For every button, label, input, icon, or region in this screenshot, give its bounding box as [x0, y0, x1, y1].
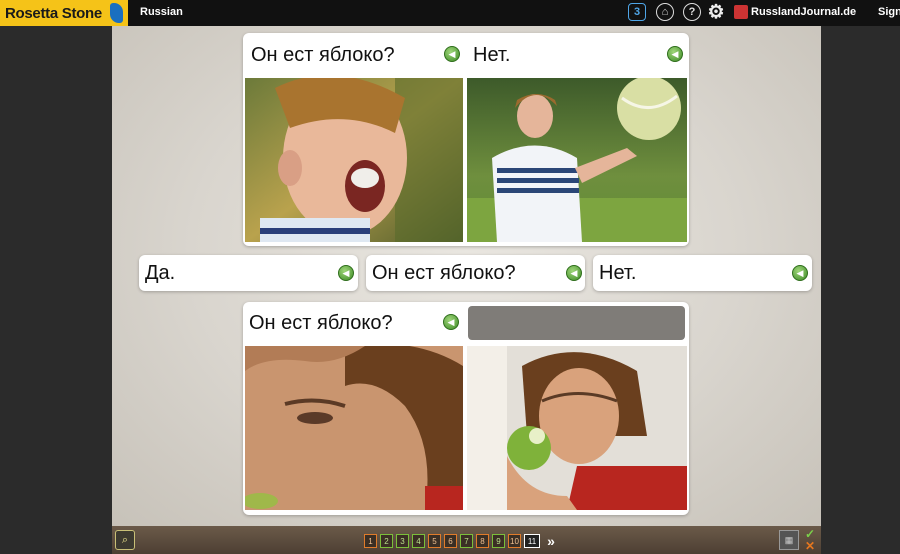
- top-image-card: Он ест яблоко? ◀ Нет. ◀: [243, 33, 689, 246]
- rosetta-stone-logo: Rosetta Stone: [0, 0, 128, 26]
- page-button-4[interactable]: 4: [412, 534, 425, 548]
- page-button-6[interactable]: 6: [444, 534, 457, 548]
- top-right-phrase: Нет.: [473, 44, 511, 66]
- top-left-phrase: Он ест яблоко?: [251, 44, 395, 66]
- choice-label: Он ест яблоко?: [372, 262, 516, 284]
- speaker-icon[interactable]: ◀: [792, 265, 808, 281]
- gear-icon[interactable]: ⚙: [707, 2, 725, 23]
- page-button-5[interactable]: 5: [428, 534, 441, 548]
- screen-pager: 1 2 3 4 5 6 7 8 9 10 11 »: [364, 533, 559, 549]
- speaker-icon[interactable]: ◀: [338, 265, 354, 281]
- page-button-9[interactable]: 9: [492, 534, 505, 548]
- brand-name: Rosetta Stone: [5, 4, 102, 22]
- photo-man-biting-closeup[interactable]: [245, 346, 463, 510]
- top-bar: Rosetta Stone Russian 3 ⌂ ? ⚙ RusslandJo…: [0, 0, 900, 26]
- brand-mark-icon: [110, 3, 123, 23]
- page-button-10[interactable]: 10: [508, 534, 521, 548]
- site-link[interactable]: RusslandJournal.de: [751, 6, 856, 18]
- choice-label: Да.: [145, 262, 176, 284]
- home-icon[interactable]: ⌂: [656, 3, 674, 21]
- speaker-icon[interactable]: ◀: [667, 46, 683, 62]
- lesson-stage: Он ест яблоко? ◀ Нет. ◀ Да. ◀ Он ест ябл…: [112, 26, 821, 526]
- answer-drop-slot[interactable]: [468, 306, 685, 340]
- page-button-3[interactable]: 3: [396, 534, 409, 548]
- speaker-icon[interactable]: ◀: [443, 314, 459, 330]
- zoom-icon[interactable]: ⌕: [115, 530, 135, 550]
- bottom-image-card: Он ест яблоко? ◀: [243, 302, 689, 515]
- photo-man-eating-apple[interactable]: [467, 346, 687, 510]
- choice-label: Нет.: [599, 262, 637, 284]
- course-language: Russian: [140, 6, 183, 18]
- bottom-left-phrase: Он ест яблоко?: [249, 312, 393, 334]
- left-margin: [0, 26, 112, 554]
- site-favicon-icon: [734, 5, 748, 19]
- sign-in-link[interactable]: Sign: [878, 6, 900, 18]
- help-icon[interactable]: ?: [683, 3, 701, 21]
- grid-icon[interactable]: ▦: [779, 530, 799, 550]
- speaker-icon[interactable]: ◀: [566, 265, 582, 281]
- page-button-2[interactable]: 2: [380, 534, 393, 548]
- photo-boy-open-mouth[interactable]: [245, 78, 463, 242]
- choice-card-question[interactable]: Он ест яблоко? ◀: [366, 255, 585, 291]
- page-button-7[interactable]: 7: [460, 534, 473, 548]
- right-margin: [821, 26, 900, 554]
- next-page-button[interactable]: »: [543, 533, 559, 549]
- page-button-1[interactable]: 1: [364, 534, 377, 548]
- speaker-icon[interactable]: ◀: [444, 46, 460, 62]
- page-button-8[interactable]: 8: [476, 534, 489, 548]
- page-button-11[interactable]: 11: [524, 534, 540, 548]
- level-badge-number: 3: [633, 6, 641, 18]
- choice-card-net[interactable]: Нет. ◀: [593, 255, 812, 291]
- cross-icon: ✕: [805, 539, 816, 553]
- level-badge-icon[interactable]: 3: [628, 3, 646, 21]
- choice-card-da[interactable]: Да. ◀: [139, 255, 358, 291]
- photo-boy-tossing-ball[interactable]: [467, 78, 687, 242]
